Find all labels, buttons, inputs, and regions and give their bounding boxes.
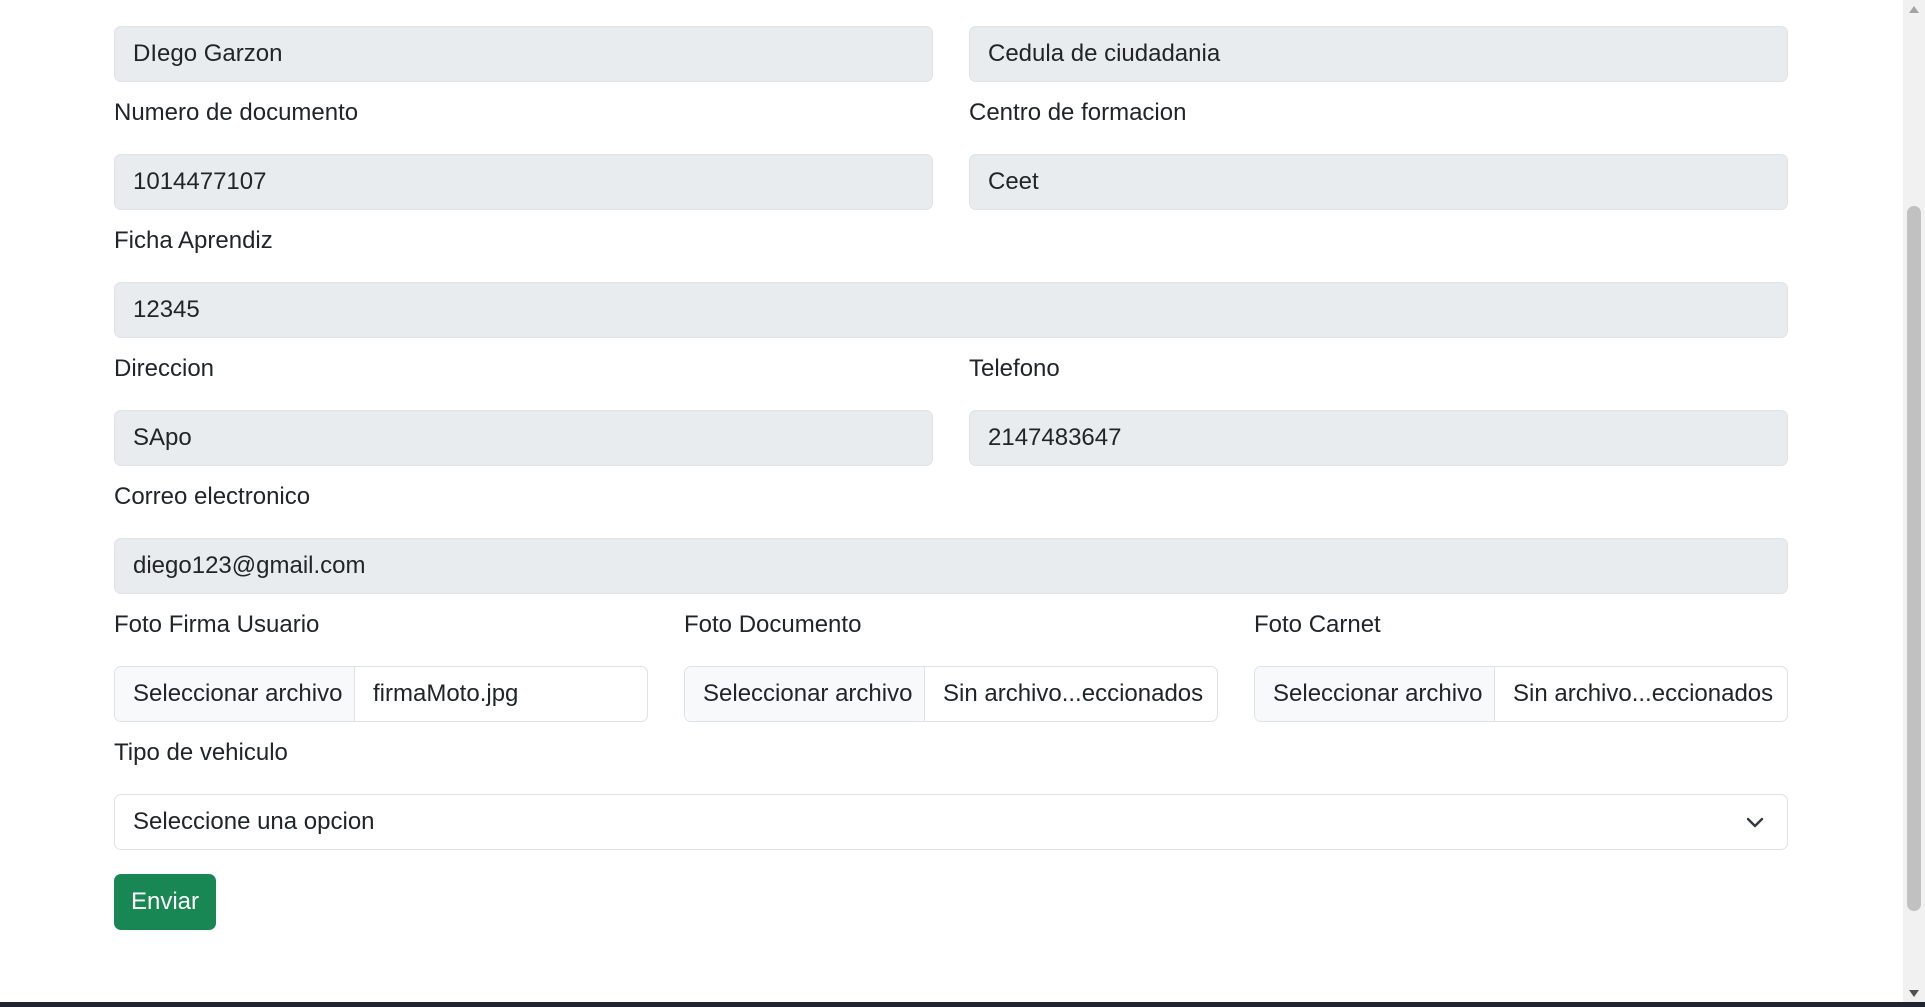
scroll-up-arrow-icon[interactable] xyxy=(1909,6,1919,13)
tipo-vehiculo-selected-value: Seleccione una opcion xyxy=(133,808,375,835)
direccion-label: Direccion xyxy=(114,355,215,382)
numero-documento-field[interactable]: 1014477107 xyxy=(114,154,933,210)
foto-documento-label: Foto Documento xyxy=(684,611,862,638)
telefono-field[interactable]: 2147483647 xyxy=(969,410,1788,466)
chevron-down-icon xyxy=(1746,817,1764,828)
direccion-field[interactable]: SApo xyxy=(114,410,933,466)
scrollbar-thumb[interactable] xyxy=(1907,206,1921,911)
telefono-label: Telefono xyxy=(969,355,1060,382)
tipo-vehiculo-select[interactable]: Seleccione una opcion xyxy=(114,794,1788,850)
foto-carnet-label: Foto Carnet xyxy=(1254,611,1381,638)
foto-carnet-filename: Sin archivo...eccionados xyxy=(1513,680,1774,707)
vertical-scrollbar[interactable] xyxy=(1903,0,1925,1002)
ficha-aprendiz-field[interactable]: 12345 xyxy=(114,282,1788,338)
page: DIego Garzon Cedula de ciudadania Numero… xyxy=(0,0,1925,1007)
correo-label: Correo electronico xyxy=(114,483,311,510)
foto-documento-filename: Sin archivo...eccionados xyxy=(943,680,1204,707)
foto-firma-file-input[interactable]: Seleccionar archivo firmaMoto.jpg xyxy=(114,666,648,722)
foto-carnet-select-button[interactable]: Seleccionar archivo xyxy=(1255,667,1495,721)
numero-documento-label: Numero de documento xyxy=(114,99,359,126)
centro-formacion-label: Centro de formacion xyxy=(969,99,1187,126)
foto-documento-select-button[interactable]: Seleccionar archivo xyxy=(685,667,925,721)
nombre-field[interactable]: DIego Garzon xyxy=(114,26,933,82)
correo-field[interactable]: diego123@gmail.com xyxy=(114,538,1788,594)
scroll-down-arrow-icon[interactable] xyxy=(1909,990,1919,997)
ficha-aprendiz-label: Ficha Aprendiz xyxy=(114,227,273,254)
form-container: DIego Garzon Cedula de ciudadania Numero… xyxy=(0,0,1903,1002)
foto-documento-file-input[interactable]: Seleccionar archivo Sin archivo...eccion… xyxy=(684,666,1218,722)
foto-carnet-file-input[interactable]: Seleccionar archivo Sin archivo...eccion… xyxy=(1254,666,1788,722)
centro-formacion-field[interactable]: Ceet xyxy=(969,154,1788,210)
foto-firma-filename: firmaMoto.jpg xyxy=(373,680,519,707)
enviar-button[interactable]: Enviar xyxy=(114,874,216,930)
bottom-edge-bar xyxy=(0,1002,1925,1007)
tipo-vehiculo-label: Tipo de vehiculo xyxy=(114,739,288,766)
tipo-documento-field[interactable]: Cedula de ciudadania xyxy=(969,26,1788,82)
foto-firma-label: Foto Firma Usuario xyxy=(114,611,320,638)
foto-firma-select-button[interactable]: Seleccionar archivo xyxy=(115,667,355,721)
